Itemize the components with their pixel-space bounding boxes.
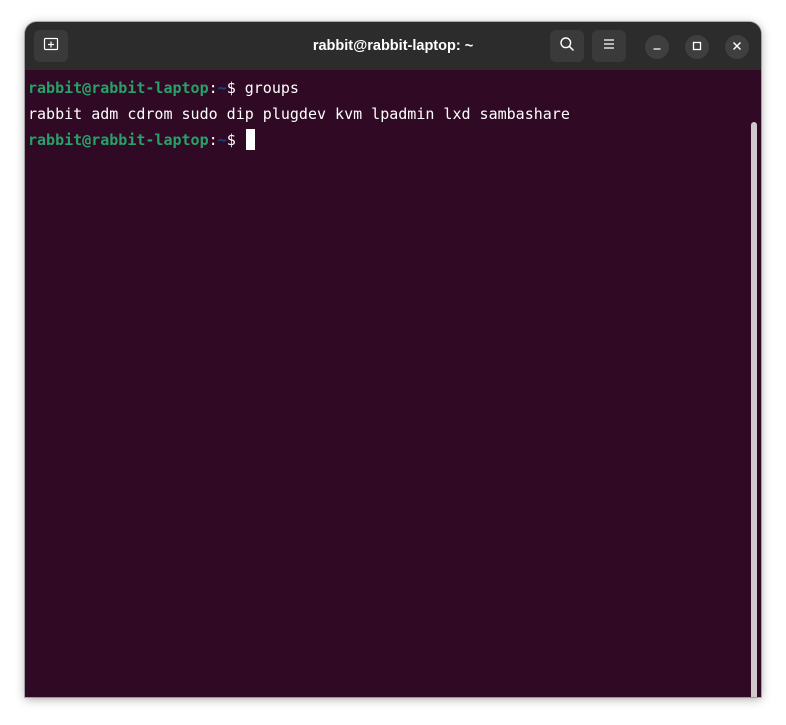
new-tab-icon [43,36,59,57]
vertical-scrollbar[interactable] [751,122,757,697]
hamburger-menu-icon [602,37,616,56]
terminal-window: rabbit@rabbit-laptop: ~ rabbit@rabbit-la… [25,22,761,697]
new-tab-button[interactable] [34,30,68,62]
search-icon [559,36,575,57]
prompt-separator: : [208,79,218,97]
close-button[interactable] [725,35,749,59]
prompt-path: ~ [217,131,227,149]
command-output-line: rabbit adm cdrom sudo dip plugdev kvm lp… [28,105,570,123]
maximize-button[interactable] [685,35,709,59]
terminal-output-area[interactable]: rabbit@rabbit-laptop:~$ groups rabbit ad… [25,70,761,697]
prompt-line: rabbit@rabbit-laptop:~$ groups [28,75,299,101]
search-button[interactable] [550,30,584,62]
menu-button[interactable] [592,30,626,62]
minimize-icon [652,38,662,56]
text-cursor [245,129,255,150]
command-text: groups [244,79,299,97]
prompt-path: ~ [217,79,227,97]
header-bar: rabbit@rabbit-laptop: ~ [25,22,761,70]
prompt-symbol: $ [226,79,245,97]
maximize-icon [692,38,702,56]
prompt-line: rabbit@rabbit-laptop:~$ [28,127,255,153]
prompt-symbol: $ [226,131,245,149]
prompt-user-host: rabbit@rabbit-laptop [28,79,209,97]
prompt-user-host: rabbit@rabbit-laptop [28,131,209,149]
minimize-button[interactable] [645,35,669,59]
prompt-separator: : [208,131,218,149]
close-icon [732,38,742,56]
